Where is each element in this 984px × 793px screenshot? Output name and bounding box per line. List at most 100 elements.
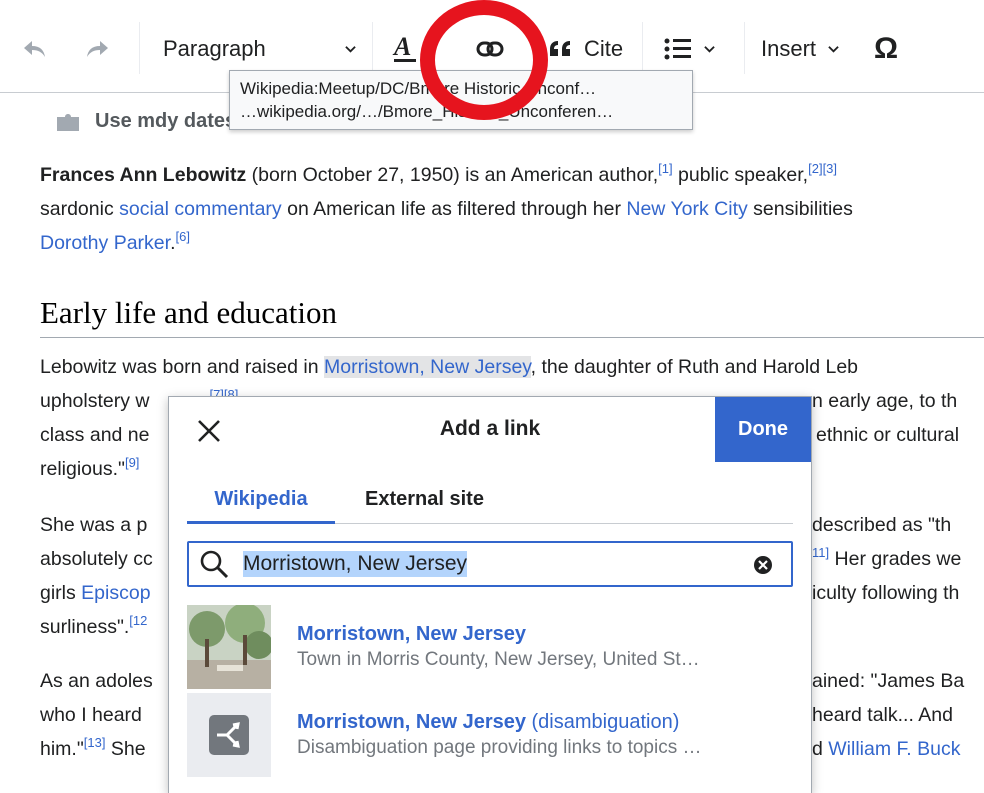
clear-input-icon[interactable] xyxy=(753,555,773,575)
paragraph-line-right: iculty following th xyxy=(812,576,959,610)
reference-link[interactable]: [2][3] xyxy=(808,161,837,176)
reference-link[interactable]: [13] xyxy=(84,735,106,750)
text-span: d xyxy=(812,738,829,760)
format-paragraph-dropdown[interactable]: Paragraph xyxy=(163,30,363,68)
paragraph-line-right: heard talk... And xyxy=(812,698,953,732)
list-dropdown[interactable] xyxy=(664,30,715,68)
link-morristown[interactable]: Morristown, New Jersey xyxy=(324,356,531,378)
tab-wikipedia[interactable]: Wikipedia xyxy=(187,477,335,524)
cite-label: Cite xyxy=(584,36,624,61)
reference-link[interactable]: [1] xyxy=(658,161,672,176)
text-span: sensibilities xyxy=(747,198,853,220)
reference-link[interactable]: [12 xyxy=(129,613,147,628)
paragraph-line-right: n early age, to th xyxy=(812,384,957,418)
chevron-down-icon xyxy=(828,45,839,53)
section-heading: Early life and education xyxy=(40,295,984,338)
text-span: Lebowitz was born and raised in xyxy=(40,356,324,378)
text-span: , the daughter of Ruth and Harold Leb xyxy=(530,356,859,378)
result-thumbnail xyxy=(187,605,271,689)
insert-label: Insert xyxy=(761,36,817,61)
insert-dropdown[interactable]: Insert xyxy=(761,30,839,68)
notice-text: Use mdy dates xyxy=(95,110,237,132)
reference-link[interactable]: 11] xyxy=(812,545,829,560)
lead-paragraph-line-2: sardonic social commentary on American l… xyxy=(40,192,853,226)
result-title: Morristown, New Jersey xyxy=(297,623,526,646)
redo-icon xyxy=(87,41,108,57)
result-title: Morristown, New Jersey (disambiguation) xyxy=(297,711,679,734)
format-label: Paragraph xyxy=(163,36,266,61)
paragraph-line-right: described as "th xyxy=(812,508,951,542)
toolbar-divider xyxy=(372,22,373,74)
text-span: surliness". xyxy=(40,616,130,638)
text-span: who I heard xyxy=(40,704,142,726)
text-span: ethnic or cultural xyxy=(816,424,960,446)
text-span: Her grades we xyxy=(829,548,962,570)
undo-icon xyxy=(24,41,45,57)
subject-name: Frances Ann Lebowitz xyxy=(40,164,247,186)
mdy-dates-notice: Use mdy dates xyxy=(55,110,236,133)
paragraph-line: religious."[9] xyxy=(40,452,139,486)
link-episcopal[interactable]: Episcop xyxy=(81,582,150,604)
chevron-down-icon xyxy=(704,45,715,53)
text-style-button[interactable]: A xyxy=(392,30,420,68)
dialog-header: Add a link Done xyxy=(169,397,811,467)
result-description: Disambiguation page providing links to t… xyxy=(297,737,702,758)
search-value: Morristown, New Jersey xyxy=(243,551,468,577)
result-title-text: Morristown, New Jersey xyxy=(297,623,526,645)
text-span: She was a p xyxy=(40,514,148,536)
paragraph-line: him."[13] She xyxy=(40,732,146,766)
link-william-buckley[interactable]: William F. Buck xyxy=(828,738,960,760)
link-dorothy-parker[interactable]: Dorothy Parker xyxy=(40,232,170,254)
redo-button[interactable] xyxy=(84,30,110,68)
puzzle-icon xyxy=(57,113,79,131)
lead-paragraph-line-3: Dorothy Parker.[6] xyxy=(40,226,190,260)
undo-button[interactable] xyxy=(22,30,48,68)
search-icon xyxy=(200,550,229,579)
text-span: girls xyxy=(40,582,82,604)
svg-text:A: A xyxy=(392,33,411,61)
paragraph-line: As an adoles xyxy=(40,664,153,698)
add-link-dialog: Add a link Done Wikipedia External site … xyxy=(168,396,812,793)
text-span: As an adoles xyxy=(40,670,153,692)
paragraph-line: Lebowitz was born and raised in Morristo… xyxy=(40,350,858,384)
result-title-text: Morristown, New Jersey xyxy=(297,711,526,733)
search-result-item[interactable]: Morristown, New Jersey Town in Morris Co… xyxy=(187,605,793,693)
link-search-input[interactable]: Morristown, New Jersey xyxy=(187,541,793,587)
lead-paragraph-line-1: Frances Ann Lebowitz (born October 27, 1… xyxy=(40,158,837,192)
paragraph-line-right: ethnic or cultural xyxy=(816,418,959,452)
done-button[interactable]: Done xyxy=(715,397,811,462)
cite-button[interactable]: Cite xyxy=(548,30,623,68)
result-description: Town in Morris County, New Jersey, Unite… xyxy=(297,649,700,670)
text-span: on American life as filtered through her xyxy=(281,198,627,220)
quote-icon xyxy=(550,41,570,56)
bullet-list-icon xyxy=(664,38,691,60)
search-result-item[interactable]: Morristown, New Jersey (disambiguation) … xyxy=(187,693,793,781)
link-type-tabs: Wikipedia External site xyxy=(187,477,793,524)
text-span: upholstery w xyxy=(40,390,150,412)
special-character-button[interactable]: Ω xyxy=(874,30,898,68)
paragraph-line-right: d William F. Buck xyxy=(812,732,960,766)
text-span: n early age, to th xyxy=(812,390,958,412)
text-span: public speaker, xyxy=(672,164,809,186)
paragraph-line: absolutely cc xyxy=(40,542,153,576)
toolbar-divider xyxy=(642,22,643,74)
reference-link[interactable]: [6] xyxy=(175,229,189,244)
toolbar-divider xyxy=(744,22,745,74)
text-span: religious." xyxy=(40,458,125,480)
text-span: him." xyxy=(40,738,84,760)
search-results: Morristown, New Jersey Town in Morris Co… xyxy=(187,605,793,781)
paragraph-line: class and ne xyxy=(40,418,150,452)
link-new-york-city[interactable]: New York City xyxy=(626,198,747,220)
disambiguation-icon xyxy=(187,693,271,777)
paragraph-line: who I heard xyxy=(40,698,142,732)
paragraph-line: girls Episcop xyxy=(40,576,151,610)
text-span: class and ne xyxy=(40,424,150,446)
paragraph-line-right: 11] Her grades we xyxy=(812,542,961,576)
text-span: (born October 27, 1950) is an American a… xyxy=(246,164,659,186)
reference-link[interactable]: [9] xyxy=(125,455,139,470)
tab-external-site[interactable]: External site xyxy=(365,477,484,521)
text-span: She xyxy=(105,738,146,760)
toolbar-divider xyxy=(139,22,140,74)
text-style-icon: A xyxy=(392,33,416,62)
link-social-commentary[interactable]: social commentary xyxy=(119,198,282,220)
